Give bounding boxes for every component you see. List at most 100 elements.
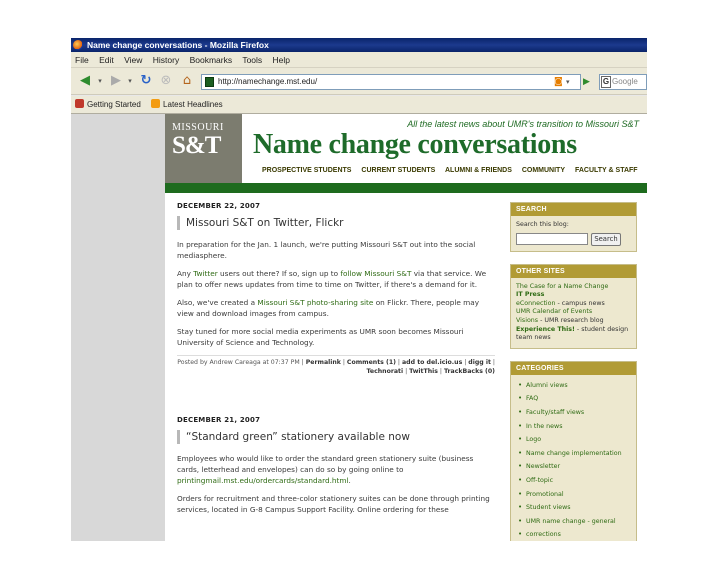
back-dropdown-icon[interactable]: ▾ [95,72,105,90]
forward-dropdown-icon[interactable]: ▾ [125,72,135,90]
back-arrow-icon[interactable]: ◀ [75,72,95,90]
menu-view[interactable]: View [124,55,142,65]
menu-help[interactable]: Help [273,55,290,65]
post-date: DECEMBER 21, 2007 [177,416,261,424]
bookmark-latest-headlines[interactable]: Latest Headlines [151,96,223,114]
flickr-link[interactable]: Missouri S&T photo-sharing site [257,298,373,307]
web-search-input[interactable]: G Google [599,74,647,90]
main-content: DECEMBER 22, 2007 Missouri S&T on Twitte… [177,202,495,522]
missouri-st-logo[interactable]: MISSOURI S&T [165,114,242,183]
top-navigation: PROSPECTIVE STUDENTS CURRENT STUDENTS AL… [242,162,647,180]
stop-icon[interactable]: ⊗ [157,72,175,90]
url-bar[interactable]: http://namechange.mst.edu/ [201,74,581,90]
url-dropdown-icon[interactable]: ▾ [566,74,574,90]
menu-edit[interactable]: Edit [99,55,114,65]
category-item[interactable]: Logo [516,434,631,448]
search-label: Search this blog: [516,221,569,228]
category-item[interactable]: Student views [516,502,631,516]
follow-link[interactable]: follow Missouri S&T [340,269,411,278]
nav-alumni-friends[interactable]: ALUMNI & FRIENDS [445,167,512,174]
rss-feed-icon[interactable]: ◙ [554,74,564,90]
post-paragraph: Also, we've created a Missouri S&T photo… [177,297,495,319]
delicious-link[interactable]: add to del.icio.us [402,359,462,366]
trackbacks-link[interactable]: TrackBacks (0) [444,368,495,375]
categories-heading: CATEGORIES [511,361,636,375]
menu-tools[interactable]: Tools [242,55,262,65]
blog-post: DECEMBER 21, 2007 “Standard green” stati… [177,416,495,515]
category-item[interactable]: FAQ [516,393,631,407]
post-title[interactable]: Missouri S&T on Twitter, Flickr [177,216,495,230]
nav-community[interactable]: COMMUNITY [522,167,565,174]
category-label: FAQ [526,395,539,403]
text-span: Employees who would like to order the st… [177,454,474,474]
ordercards-link[interactable]: printingmail.mst.edu/ordercards/standard… [177,476,349,485]
google-engine-icon[interactable]: G [601,76,611,88]
forward-arrow-icon[interactable]: ▶ [107,72,125,90]
other-site-link[interactable]: Experience This! [516,326,575,333]
category-item[interactable]: Alumni views [516,380,631,394]
blog-search-input[interactable] [516,232,588,245]
permalink-link[interactable]: Permalink [306,359,341,366]
twitter-link[interactable]: Twitter [193,269,217,278]
category-label: Logo [526,436,542,444]
reload-icon[interactable]: ↻ [137,72,155,90]
technorati-link[interactable]: Technorati [367,368,404,375]
other-site-item: UMR Calendar of Events [516,308,631,317]
home-icon[interactable]: ⌂ [177,72,197,90]
other-site-link[interactable]: UMR Calendar of Events [516,308,592,315]
categories-widget: CATEGORIES Alumni views FAQ Faculty/staf… [510,360,637,541]
search-heading: SEARCH [511,203,636,216]
firefox-icon [73,40,83,50]
category-item[interactable]: Name change implementation [516,448,631,462]
firefox-icon [75,99,84,108]
other-site-item: eConnection - campus news [516,300,631,309]
category-item[interactable]: UMR name change - general [516,516,631,530]
menu-bookmarks[interactable]: Bookmarks [190,55,233,65]
go-arrow-icon[interactable]: ▶ [583,74,595,90]
category-label: Newsletter [526,463,561,471]
category-item[interactable]: corrections [516,529,631,541]
bookmark-getting-started[interactable]: Getting Started [75,96,141,114]
category-item[interactable]: Newsletter [516,461,631,475]
category-label: Off-topic [526,476,554,484]
rss-icon [151,99,161,108]
text-span: Any [177,269,194,278]
menu-history[interactable]: History [153,55,179,65]
text-span: Also, we've created a [177,298,258,307]
post-footer: Posted by Andrew Careaga at 07:37 PM | P… [177,355,495,376]
nav-current-students[interactable]: CURRENT STUDENTS [361,167,435,174]
post-title[interactable]: “Standard green” stationery available no… [177,430,495,444]
category-item[interactable]: Promotional [516,489,631,503]
twitthis-link[interactable]: TwitThis [409,368,438,375]
other-site-link[interactable]: The Case for a Name Change [516,283,608,290]
category-item[interactable]: In the news [516,421,631,435]
other-site-link[interactable]: Visions [516,317,538,324]
other-site-item: Experience This! - student design [516,326,631,335]
category-label: Student views [526,504,571,512]
bookmark-label: Getting Started [87,100,141,109]
text-span: . [348,476,351,485]
search-widget: SEARCH Search this blog: Search [510,202,637,252]
menu-file[interactable]: File [75,55,89,65]
comments-link[interactable]: Comments (1) [347,359,396,366]
bookmark-label: Latest Headlines [163,100,223,109]
post-paragraph: Employees who would like to order the st… [177,453,495,486]
category-item[interactable]: Off-topic [516,475,631,489]
blog-search-button[interactable]: Search [591,232,621,246]
other-site-item: IT Press [516,291,631,300]
other-site-item: The Case for a Name Change [516,283,631,292]
other-site-item: team news [516,334,631,343]
site-title[interactable]: Name change conversations [253,129,577,161]
nav-faculty-staff[interactable]: FACULTY & STAFF [575,167,638,174]
category-item[interactable]: Faculty/staff views [516,407,631,421]
other-site-desc: team news [516,334,551,342]
site-tagline: All the latest news about UMR's transiti… [407,119,639,129]
nav-prospective-students[interactable]: PROSPECTIVE STUDENTS [262,167,351,174]
digg-link[interactable]: digg it [468,359,491,366]
other-site-link[interactable]: IT Press [516,291,544,298]
web-page: MISSOURI S&T All the latest news about U… [165,114,647,541]
other-site-link[interactable]: eConnection [516,300,556,307]
post-spacer [177,376,495,416]
category-label: Faculty/staff views [526,408,585,416]
window-title: Name change conversations - Mozilla Fire… [87,40,269,50]
